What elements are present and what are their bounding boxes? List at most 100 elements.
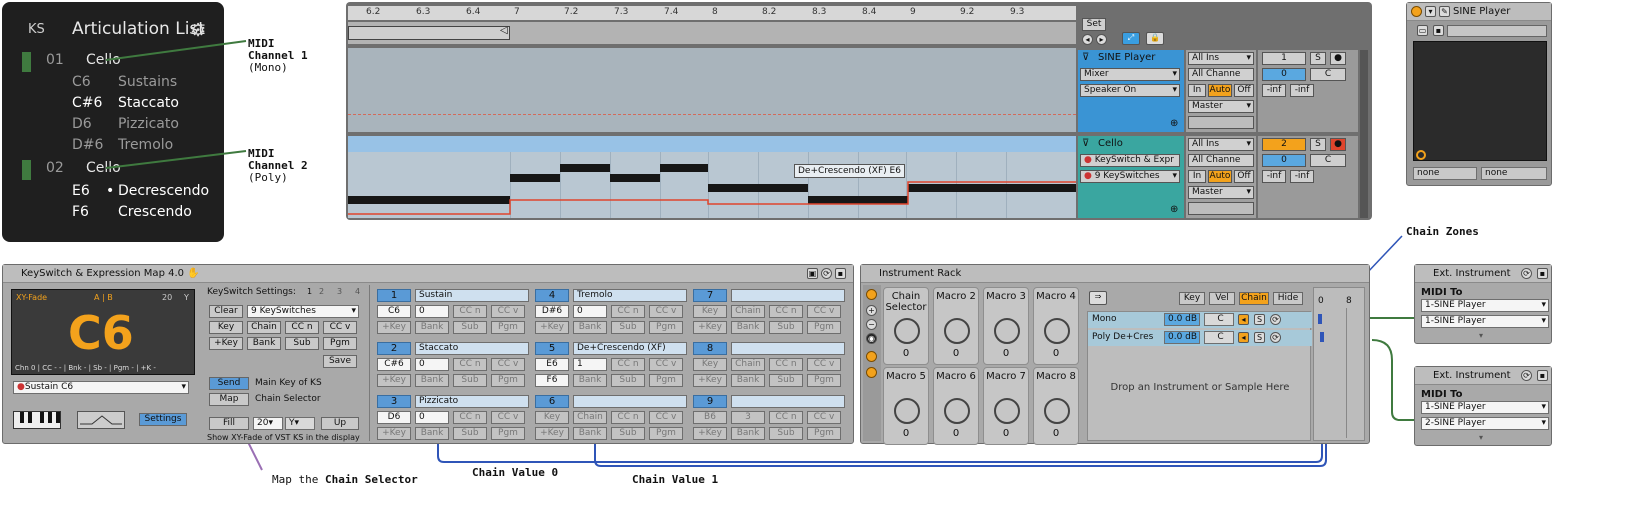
slot-number[interactable]: 4 (535, 289, 569, 302)
track-name[interactable]: Cello (1098, 138, 1123, 149)
slot-chain-value[interactable]: Chain (731, 305, 765, 318)
slot-key[interactable]: Key (693, 358, 727, 371)
midi-to-select[interactable]: 1-SINE Player ▾ (1421, 299, 1549, 312)
slot-pgm[interactable]: Pgm (491, 374, 525, 387)
slot-name[interactable]: Tremolo (573, 289, 687, 302)
save-icon[interactable]: ▪ (1537, 370, 1548, 381)
chain-list-arrow-icon[interactable]: ⇒ (1089, 291, 1107, 305)
volume-field[interactable]: 0 (1262, 154, 1306, 167)
slot-ccn[interactable]: CC n (611, 358, 645, 371)
slot-pgm[interactable]: Pgm (649, 374, 683, 387)
add-icon[interactable]: ⊕ (1170, 118, 1178, 129)
wrench-icon[interactable]: ✎ (1439, 6, 1450, 17)
fill-value-select[interactable]: 20▾ (253, 417, 283, 430)
slot-number[interactable]: 9 (693, 395, 727, 408)
slot-ccv[interactable]: CC v (491, 358, 525, 371)
solo-button[interactable]: S (1254, 332, 1265, 343)
slot-ccn[interactable]: CC n (769, 305, 803, 318)
slot-name[interactable] (573, 395, 687, 408)
slot-ccv[interactable]: CC v (807, 305, 841, 318)
keyboard-icon[interactable] (13, 411, 61, 429)
map-button[interactable]: Map (209, 393, 249, 406)
slot-number[interactable]: 7 (693, 289, 727, 302)
slot-ccn[interactable]: CC n (769, 411, 803, 424)
fill-button[interactable]: Fill (209, 417, 249, 430)
prev-locator-icon[interactable]: ◂ (1082, 34, 1093, 45)
slot-ccv[interactable]: CC v (649, 358, 683, 371)
slot-plus-key[interactable]: +Key (377, 374, 411, 387)
channel-select[interactable]: All Channe (1188, 68, 1254, 81)
input-channel-select[interactable]: ● 9 KeySwitches ▾ (1080, 170, 1180, 183)
slot-chain-value[interactable]: 0 (415, 305, 449, 318)
slot-key[interactable]: D6 (377, 411, 411, 424)
slot-bank[interactable]: Bank (415, 321, 449, 334)
slot-chain-value[interactable]: 3 (731, 411, 765, 424)
hotswap-icon[interactable]: ⟳ (1270, 314, 1281, 325)
slot-name[interactable]: De+Crescendo (XF) (573, 342, 687, 355)
monitor-off[interactable]: Off (1234, 170, 1254, 183)
slot-plus-key[interactable]: +Key (693, 427, 727, 440)
track-lane-sine-player[interactable] (348, 48, 1076, 132)
page-3[interactable]: 3 (337, 287, 342, 296)
pan-field[interactable]: C (1310, 68, 1346, 81)
monitor-auto[interactable]: Auto (1208, 170, 1232, 183)
slot-pgm[interactable]: Pgm (649, 427, 683, 440)
track-number[interactable]: 2 (1262, 138, 1306, 151)
save-icon[interactable]: ▪ (1433, 25, 1444, 36)
chain-zone-mono[interactable] (1318, 314, 1322, 324)
solo-button[interactable]: S (1310, 138, 1326, 151)
sub-toggle[interactable]: Sub (285, 337, 319, 350)
remove-icon[interactable]: − (866, 319, 877, 330)
slot-chain-value[interactable]: Chain (731, 358, 765, 371)
x-mapping-field[interactable]: none (1413, 167, 1477, 180)
slot-chain-value[interactable]: 0 (573, 305, 607, 318)
slot-name[interactable]: Staccato (415, 342, 529, 355)
page-1[interactable]: 1 (307, 287, 312, 296)
slot-bank[interactable]: Bank (573, 374, 607, 387)
scrollbar[interactable] (1360, 50, 1368, 218)
chain-pan[interactable]: C (1204, 331, 1234, 344)
knob-icon[interactable] (944, 398, 970, 424)
chain-toggle[interactable]: Chain (247, 321, 281, 334)
track-header-sine-player[interactable]: ⊽ SINE Player Mixer ▾ Speaker On ▾ ⊕ (1078, 50, 1184, 132)
knob-icon[interactable] (994, 398, 1020, 424)
slot-bank[interactable]: Bank (731, 321, 765, 334)
slot-number[interactable]: 3 (377, 395, 411, 408)
midi-channel-select[interactable]: 1-SINE Player ▾ (1421, 315, 1549, 328)
macro-2[interactable]: Macro 2 0 (933, 287, 979, 365)
slot-key[interactable]: C6 (377, 305, 411, 318)
fold-icon[interactable]: ⊽ (1082, 52, 1089, 63)
slot-chain-value[interactable]: 0 (415, 358, 449, 371)
chain-volume[interactable]: 0.0 dB (1164, 313, 1200, 326)
output-channel-select[interactable] (1188, 116, 1254, 129)
slot-sub[interactable]: Sub (453, 374, 487, 387)
up-button[interactable]: Up (321, 417, 359, 430)
midi-channel-select[interactable]: 2-SINE Player ▾ (1421, 417, 1549, 430)
slot-name[interactable]: Sustain (415, 289, 529, 302)
input-type-select[interactable]: Mixer ▾ (1080, 68, 1180, 81)
window-icon[interactable]: ▭ (1417, 25, 1428, 36)
slot-ccn[interactable]: CC n (769, 358, 803, 371)
slot-name[interactable]: Pizzicato (415, 395, 529, 408)
slot-plus-key[interactable]: +Key (693, 374, 727, 387)
volume-field[interactable]: 0 (1262, 68, 1306, 81)
slot-sub[interactable]: Sub (769, 427, 803, 440)
slot-ccn[interactable]: CC n (453, 411, 487, 424)
slot-ccn[interactable]: CC n (611, 411, 645, 424)
slot-key[interactable]: B6 (693, 411, 727, 424)
chain-name[interactable]: Poly De+Cres (1092, 332, 1153, 342)
macro-3[interactable]: Macro 3 0 (983, 287, 1029, 365)
ccv-toggle[interactable]: CC v (323, 321, 357, 334)
loop-region[interactable] (348, 26, 510, 40)
slot-number[interactable]: 8 (693, 342, 727, 355)
loop-end-marker-icon[interactable]: ◁ (500, 25, 508, 36)
fold-icon[interactable]: ⊽ (1082, 138, 1089, 149)
slot-plus-key[interactable]: +Key (377, 427, 411, 440)
arm-icon[interactable]: ● (1330, 52, 1346, 65)
output-select[interactable]: Master ▾ (1188, 186, 1254, 199)
slot-sub[interactable]: Sub (769, 321, 803, 334)
knob-icon[interactable] (944, 318, 970, 344)
channel-select[interactable]: All Channe (1188, 154, 1254, 167)
slot-sub[interactable]: Sub (453, 427, 487, 440)
randomize-icon[interactable]: ◉ (866, 333, 877, 344)
